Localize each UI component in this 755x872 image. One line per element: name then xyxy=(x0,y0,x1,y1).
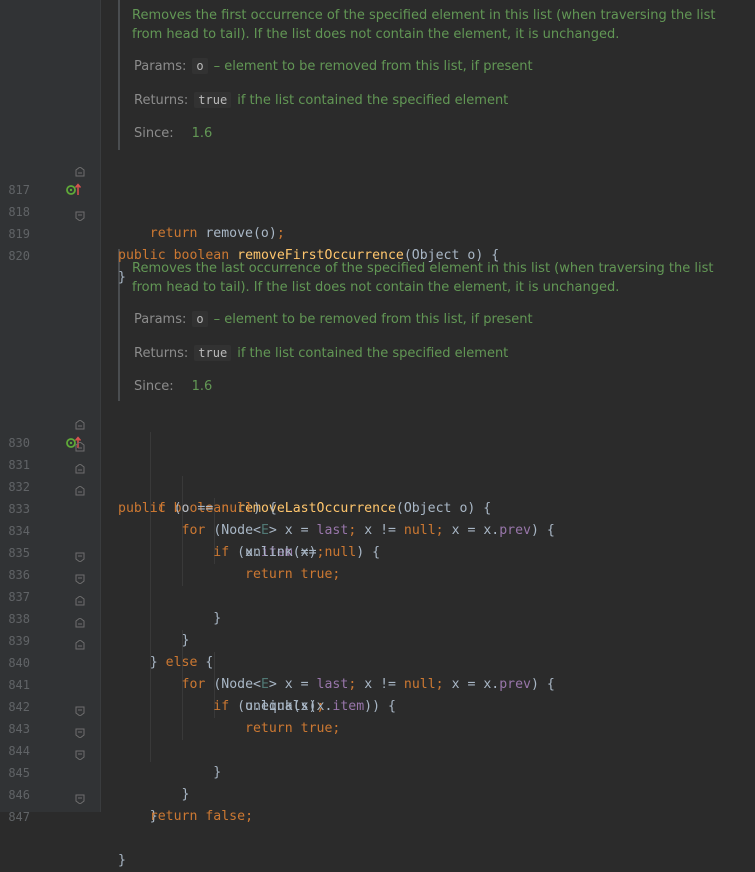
code-line[interactable]: 832 for (Node<E> x = last; x != null; x … xyxy=(0,454,755,538)
code-line[interactable]: 847 } xyxy=(0,784,755,868)
doc-param-name: o xyxy=(192,58,208,74)
code-line[interactable]: 843 } xyxy=(0,696,755,780)
override-up-icon[interactable] xyxy=(34,410,81,448)
code-line[interactable]: 838 } else { xyxy=(0,586,755,670)
doc-returns-label: Returns: xyxy=(134,92,189,108)
fold-icon[interactable] xyxy=(75,207,85,222)
doc-since-label: Since: xyxy=(134,125,174,141)
doc-param-desc: – element to be removed from this list, … xyxy=(213,58,533,74)
code-line[interactable]: 819 } xyxy=(0,201,755,285)
code-line[interactable]: 834 unlink(x); xyxy=(0,498,755,560)
doc-since-value: 1.6 xyxy=(191,378,213,394)
doc-param-name: o xyxy=(192,311,208,327)
code-line[interactable]: 831 if (o == null) { xyxy=(0,432,755,516)
fold-icon[interactable] xyxy=(75,614,85,628)
fold-icon[interactable] xyxy=(75,460,85,474)
doc-since-row: Since: 1.6 xyxy=(134,376,212,396)
doc-since-value: 1.6 xyxy=(191,125,213,141)
fold-icon[interactable] xyxy=(75,570,85,585)
doc-params-label: Params: xyxy=(134,311,187,327)
fold-icon[interactable] xyxy=(75,702,85,717)
fold-icon[interactable] xyxy=(75,724,85,739)
code-line[interactable]: 839 for (Node<E> x = last; x != null; x … xyxy=(0,608,755,692)
fold-icon[interactable] xyxy=(75,790,85,805)
code-line[interactable]: 841 unlink(x); xyxy=(0,652,755,714)
fold-icon[interactable] xyxy=(75,592,85,606)
code-line[interactable]: 837 } xyxy=(0,564,755,648)
doc-params-row: Params: o – element to be removed from t… xyxy=(134,309,533,329)
doc-returns-code: true xyxy=(194,345,232,361)
fold-icon[interactable] xyxy=(75,636,85,650)
doc-param-desc: – element to be removed from this list, … xyxy=(213,311,533,327)
code-line[interactable]: 818 return remove(o); xyxy=(0,179,755,241)
code-line[interactable]: 817 public boolean removeFirstOccurrence… xyxy=(0,157,755,263)
code-content: return false; xyxy=(149,809,254,824)
doc-returns-desc: if the list contained the specified elem… xyxy=(237,92,509,108)
code-line[interactable]: 842 return true; xyxy=(0,674,755,736)
code-line[interactable]: 845 } xyxy=(0,740,755,824)
fold-icon[interactable] xyxy=(75,746,85,761)
line-number: 820 xyxy=(8,249,30,263)
doc-returns-desc: if the list contained the specified elem… xyxy=(237,345,509,361)
doc-description: Removes the first occurrence of the spec… xyxy=(132,8,716,42)
code-content: } xyxy=(118,853,126,868)
fold-icon[interactable] xyxy=(75,482,85,496)
line-number: 847 xyxy=(8,810,30,824)
code-line[interactable]: 844 } xyxy=(0,718,755,802)
code-line[interactable]: 833 if (x.item == null) { xyxy=(0,476,755,560)
doc-since-label: Since: xyxy=(134,378,174,394)
code-line[interactable]: 840 if (o.equals(x.item)) { xyxy=(0,630,755,714)
doc-returns-row: Returns: true if the list contained the … xyxy=(134,90,508,110)
doc-returns-code: true xyxy=(194,92,232,108)
code-line[interactable]: 846 return false; xyxy=(0,762,755,824)
code-line[interactable]: 836 } xyxy=(0,542,755,626)
doc-returns-row: Returns: true if the list contained the … xyxy=(134,343,508,363)
code-line[interactable]: 820 xyxy=(0,223,755,263)
code-line[interactable]: 830 public boolean removeLastOccurrence(… xyxy=(0,410,755,516)
doc-since-row: Since: 1.6 xyxy=(134,123,212,143)
doc-returns-label: Returns: xyxy=(134,345,189,361)
doc-params-row: Params: o – element to be removed from t… xyxy=(134,56,533,76)
fold-icon[interactable] xyxy=(75,548,85,563)
javadoc-block-remove-first: Removes the first occurrence of the spec… xyxy=(118,0,755,150)
code-line[interactable]: 835 return true; xyxy=(0,520,755,582)
fold-icon[interactable] xyxy=(75,438,85,452)
fold-icon[interactable] xyxy=(75,163,85,177)
javadoc-block-remove-last: Removes the last occurrence of the speci… xyxy=(118,249,755,401)
fold-icon[interactable] xyxy=(75,416,85,430)
doc-params-label: Params: xyxy=(134,58,187,74)
code-content: } xyxy=(118,270,126,285)
code-content: public boolean removeFirstOccurrence(Obj… xyxy=(118,248,500,263)
override-up-icon[interactable] xyxy=(34,157,81,195)
